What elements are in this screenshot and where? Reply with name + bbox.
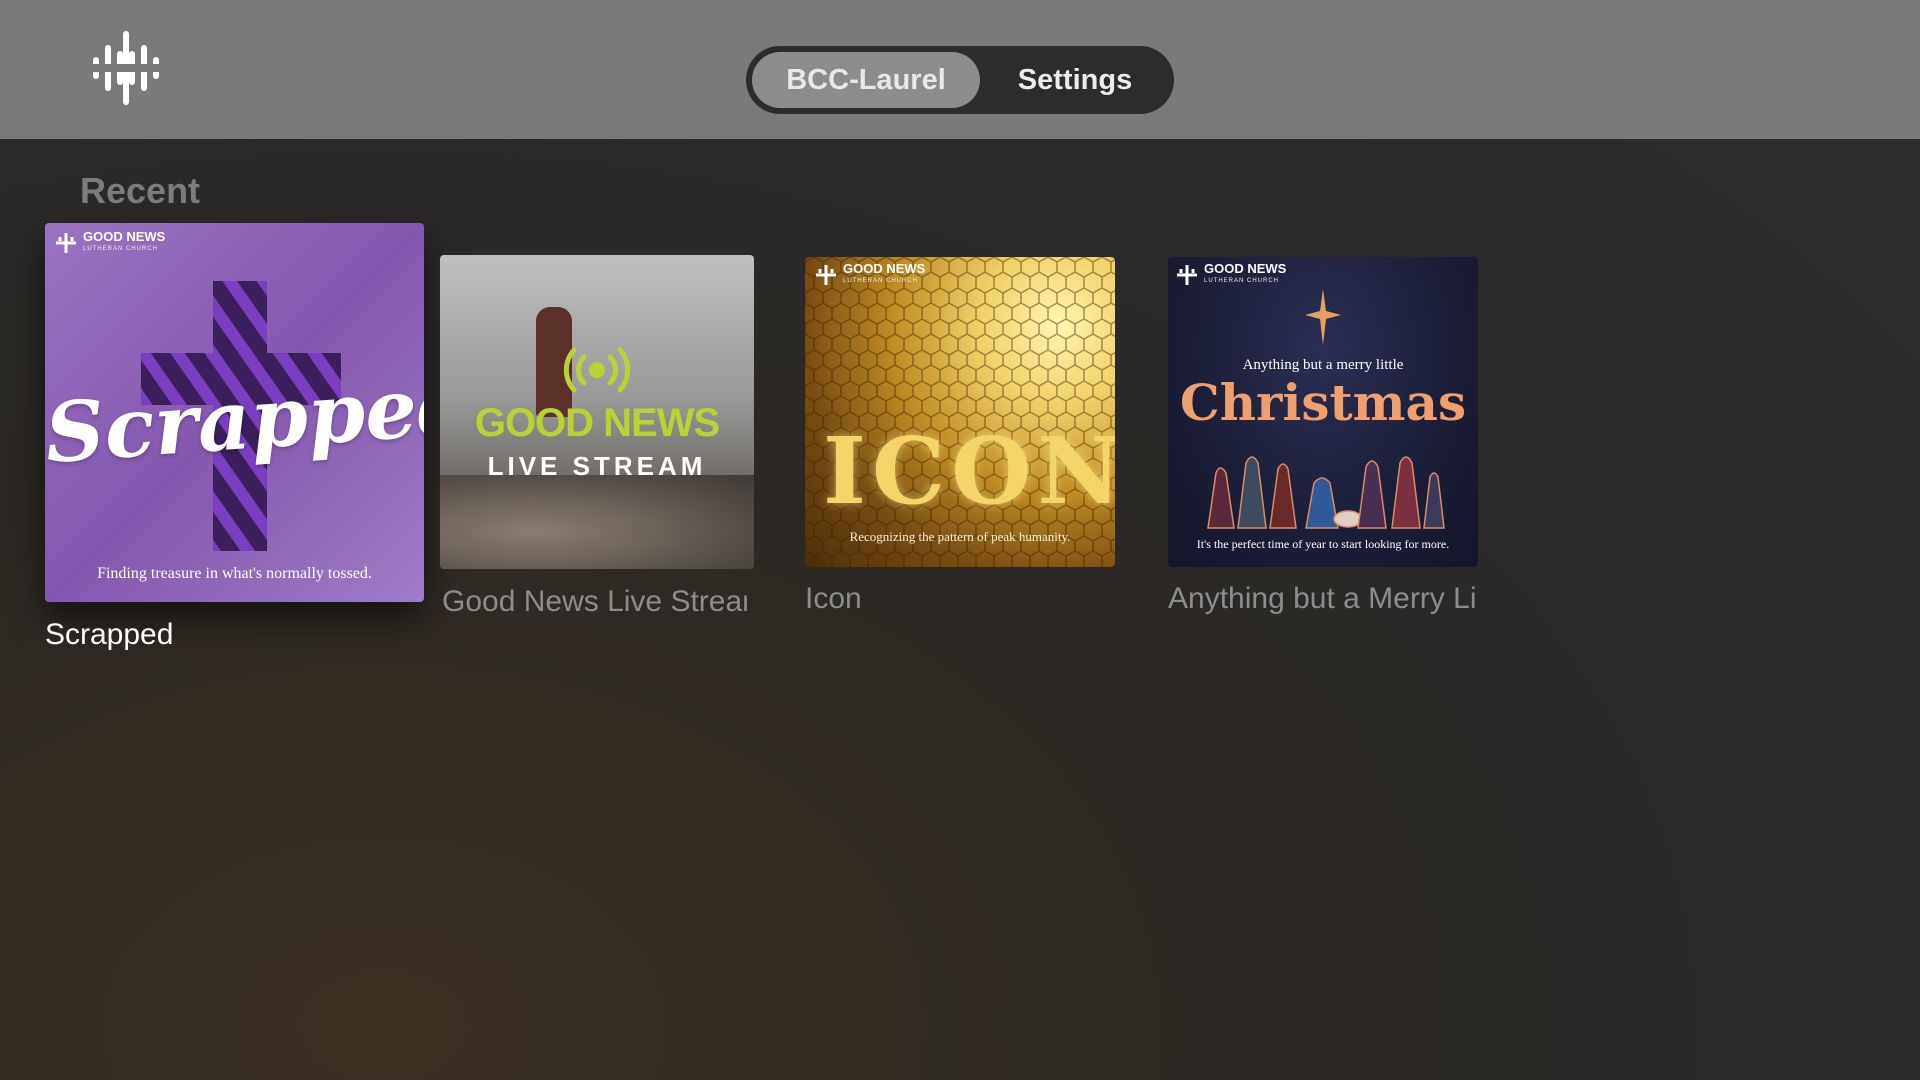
series-headline-line1: GOOD NEWS [474,401,720,445]
series-card-live-stream[interactable]: GOOD NEWS LIVE STREAM Good News Live Str… [440,255,755,625]
tab-settings[interactable]: Settings [982,52,1168,108]
nav-tab-bar: BCC-Laurel Settings [746,46,1174,114]
card-title: Good News Live Stream [442,585,747,618]
section-title-recent: Recent [80,170,201,211]
brand-name: GOOD NEWS [1204,261,1287,276]
brand-subtitle: LUTHERAN CHURCH [843,278,919,284]
church-logo-icon [816,265,836,285]
series-card-scrapped[interactable]: GOOD NEWS LUTHERAN CHURCH Scrapped Findin… [45,223,425,663]
series-artwork: GOOD NEWS LUTHERAN CHURCH Anything but a … [1168,257,1478,567]
series-headline: ICON [823,417,1115,525]
series-tagline: Finding treasure in what's normally toss… [97,565,372,582]
congregation-photo [440,475,754,569]
card-title: Icon [805,582,862,615]
series-tagline: Recognizing the pattern of peak humanity… [849,529,1071,544]
series-card-icon[interactable]: GOOD NEWS LUTHERAN CHURCH ICON Recognizin… [805,257,1115,625]
series-artwork: GOOD NEWS LIVE STREAM [440,255,754,569]
series-tagline: It's the perfect time of year to start l… [1196,537,1450,551]
series-headline-line2: LIVE STREAM [487,451,707,481]
waveform-cross-icon[interactable] [88,30,164,106]
broadcast-icon [563,347,631,393]
card-title: Anything but a Merry Little Christmas [1168,582,1475,615]
nativity-illustration [1207,456,1445,529]
church-brand: GOOD NEWS LUTHERAN CHURCH [1176,261,1287,287]
series-artwork: GOOD NEWS LUTHERAN CHURCH ICON Recognizin… [805,257,1115,567]
brand-name: GOOD NEWS [843,261,926,276]
series-kicker: Anything but a merry little [1242,357,1404,373]
series-headline: Christmas [1179,373,1467,432]
series-artwork: GOOD NEWS LUTHERAN CHURCH Scrapped Findin… [45,223,424,602]
top-bar: BCC-Laurel Settings [0,0,1920,139]
star-icon [1305,289,1341,345]
series-card-christmas[interactable]: GOOD NEWS LUTHERAN CHURCH Anything but a … [1168,257,1478,625]
card-title: Scrapped [45,618,174,651]
tab-bcc-laurel[interactable]: BCC-Laurel [752,52,980,108]
brand-subtitle: LUTHERAN CHURCH [1204,278,1280,284]
church-logo-icon [1177,265,1197,285]
church-brand: GOOD NEWS LUTHERAN CHURCH [815,261,926,287]
